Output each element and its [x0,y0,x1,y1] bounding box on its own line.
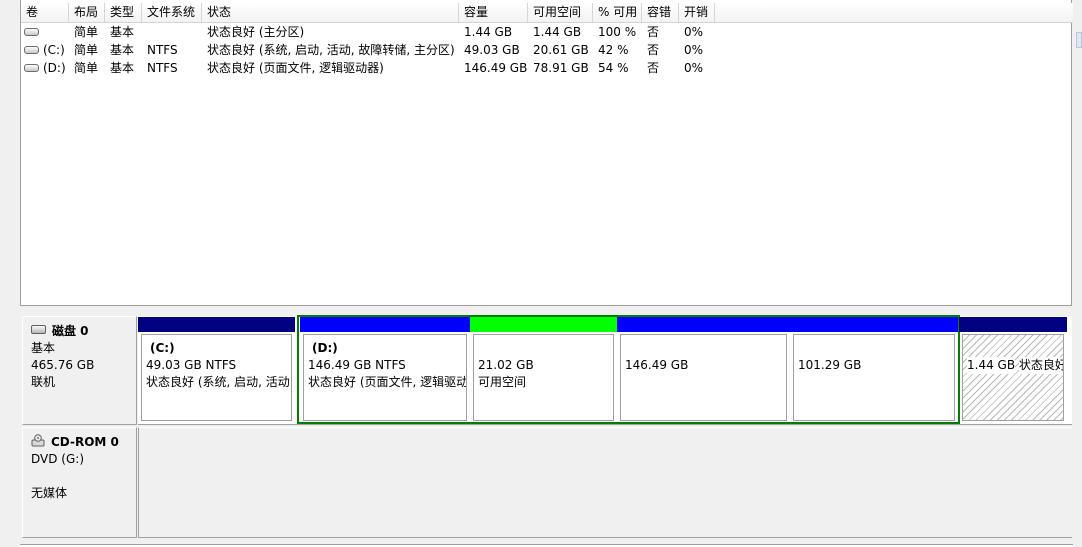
disk-state: 联机 [31,375,56,389]
type-cell: 基本 [110,43,135,57]
left-gutter [0,0,20,547]
partition-logical-146[interactable]: 146.49 GB [617,317,790,424]
partition-color-bar [470,317,617,332]
partition-color-bar [138,317,295,332]
disk-kind: 基本 [31,341,56,355]
status-cell: 状态良好 (页面文件, 逻辑驱动器) [207,61,384,75]
volume-cell [21,23,69,41]
col-header-type[interactable]: 类型 [105,3,142,23]
partition-box: 101.29 GB [793,334,955,421]
volume-icon [24,63,39,72]
table-row[interactable]: (C:) 简单 基本 NTFS 状态良好 (系统, 启动, 活动, 故障转储, … [21,41,1073,59]
partition-box: 21.02 GB 可用空间 [473,334,614,421]
status-cell: 状态良好 (系统, 启动, 活动, 故障转储, 主分区) [207,43,455,57]
col-header-layout[interactable]: 布局 [69,3,105,23]
fault-tolerance-cell: 否 [647,61,660,75]
disk-0-partitions: (C:) 49.03 GB NTFS 状态良好 (系统, 启动, 活动 (D:)… [138,315,1072,425]
layout-cell: 简单 [74,61,99,75]
partition-size: 49.03 GB NTFS [146,358,237,372]
partition-size: 101.29 GB [798,358,862,372]
col-header-fault-tolerance[interactable]: 容错 [642,3,679,23]
capacity-cell: 49.03 GB [464,43,520,57]
filesystem-cell [142,23,202,41]
cdrom-0-area[interactable] [138,427,1072,538]
table-row[interactable]: (D:) 简单 基本 NTFS 状态良好 (页面文件, 逻辑驱动器) 146.4… [21,59,1073,77]
column-header-row: 卷 布局 类型 文件系统 状态 容量 可用空间 % 可用 容错 开销 [21,3,1073,23]
partition-box: (D:) 146.49 GB NTFS 状态良好 (页面文件, 逻辑驱动器) [303,334,467,421]
partition-free-space[interactable]: 21.02 GB 可用空间 [470,317,617,424]
col-header-overhead[interactable]: 开销 [679,3,715,23]
col-header-filesystem[interactable]: 文件系统 [142,3,202,23]
disk-graphical-view: 磁盘 0 基本 465.76 GB 联机 (C:) 49.03 GB NTFS … [20,310,1073,547]
vertical-scrollbar[interactable] [1073,0,1082,547]
overhead-cell: 0% [684,25,704,39]
volume-icon [24,27,39,36]
table-row[interactable]: 简单 基本 状态良好 (主分区) 1.44 GB 1.44 GB 100 % 否… [21,23,1073,41]
partition-d[interactable]: (D:) 146.49 GB NTFS 状态良好 (页面文件, 逻辑驱动器) [300,317,470,424]
overhead-cell: 0% [684,43,704,57]
capacity-cell: 146.49 GB [464,61,528,75]
filesystem-cell: NTFS [147,43,178,57]
col-header-status[interactable]: 状态 [202,3,459,23]
partition-box: 146.49 GB [620,334,787,421]
partition-color-bar [617,317,790,332]
partition-primary-hidden[interactable]: 1.44 GB 状态良好 (主分区) [959,317,1067,424]
partition-c[interactable]: (C:) 49.03 GB NTFS 状态良好 (系统, 启动, 活动 [138,317,295,424]
partition-color-bar [790,317,958,332]
partition-name: (C:) [150,341,175,355]
partition-size: 21.02 GB [478,358,534,372]
partition-size: 146.49 GB NTFS [308,358,406,372]
partition-size: 146.49 GB [625,358,689,372]
disk-size: 465.76 GB [31,358,95,372]
scrollbar-thumb[interactable] [1076,32,1082,48]
partition-status: 可用空间 [478,375,527,389]
fault-tolerance-cell: 否 [647,25,660,39]
volume-cell: (D:) [21,59,69,77]
free-space-cell: 78.91 GB [533,61,589,75]
type-cell: 基本 [110,25,135,39]
col-header-volume[interactable]: 卷 [21,3,69,23]
disk-title: CD-ROM 0 [51,435,119,449]
cdrom-0-label[interactable]: CD-ROM 0 DVD (G:) 无媒体 [22,427,137,538]
free-space-cell: 20.61 GB [533,43,589,57]
col-header-capacity[interactable]: 容量 [459,3,528,23]
partition-color-bar [300,317,470,332]
partition-logical-101[interactable]: 101.29 GB [790,317,958,424]
col-header-percent-free[interactable]: % 可用 [593,3,642,23]
overhead-cell: 0% [684,61,704,75]
col-header-free-space[interactable]: 可用空间 [528,3,593,23]
cdrom-media-status: 无媒体 [31,486,68,500]
partition-color-bar [959,317,1067,332]
percent-free-cell: 42 % [598,43,629,57]
partition-size: 1.44 GB [967,357,1016,374]
volume-cell: (C:) [21,41,69,59]
capacity-cell: 1.44 GB [464,25,513,39]
partition-name: (D:) [312,341,338,355]
disk-title: 磁盘 0 [52,324,89,338]
partition-status: 状态良好 (页面文件, 逻辑驱动器) [308,375,467,389]
percent-free-cell: 100 % [598,25,637,39]
partition-box: 1.44 GB 状态良好 (主分区) [962,334,1064,421]
layout-cell: 简单 [74,25,99,39]
hard-disk-icon [31,325,46,334]
status-cell: 状态良好 (主分区) [207,25,305,39]
cd-drive-icon [31,434,45,447]
volume-name: (C:) [43,43,65,57]
volume-icon [24,45,39,54]
cdrom-drive: DVD (G:) [31,452,84,466]
fault-tolerance-cell: 否 [647,43,660,57]
disk-0-label[interactable]: 磁盘 0 基本 465.76 GB 联机 [22,316,137,425]
partition-box: (C:) 49.03 GB NTFS 状态良好 (系统, 启动, 活动 [141,334,292,421]
filesystem-cell: NTFS [147,61,178,75]
layout-cell: 简单 [74,43,99,57]
partition-status: 状态良好 (系统, 启动, 活动 [146,375,290,389]
volume-name: (D:) [43,61,66,75]
free-space-cell: 1.44 GB [533,25,582,39]
partition-status: 状态良好 (主分区) [1018,357,1063,374]
percent-free-cell: 54 % [598,61,629,75]
type-cell: 基本 [110,61,135,75]
volume-list[interactable]: 卷 布局 类型 文件系统 状态 容量 可用空间 % 可用 容错 开销 简单 基本… [20,0,1073,306]
